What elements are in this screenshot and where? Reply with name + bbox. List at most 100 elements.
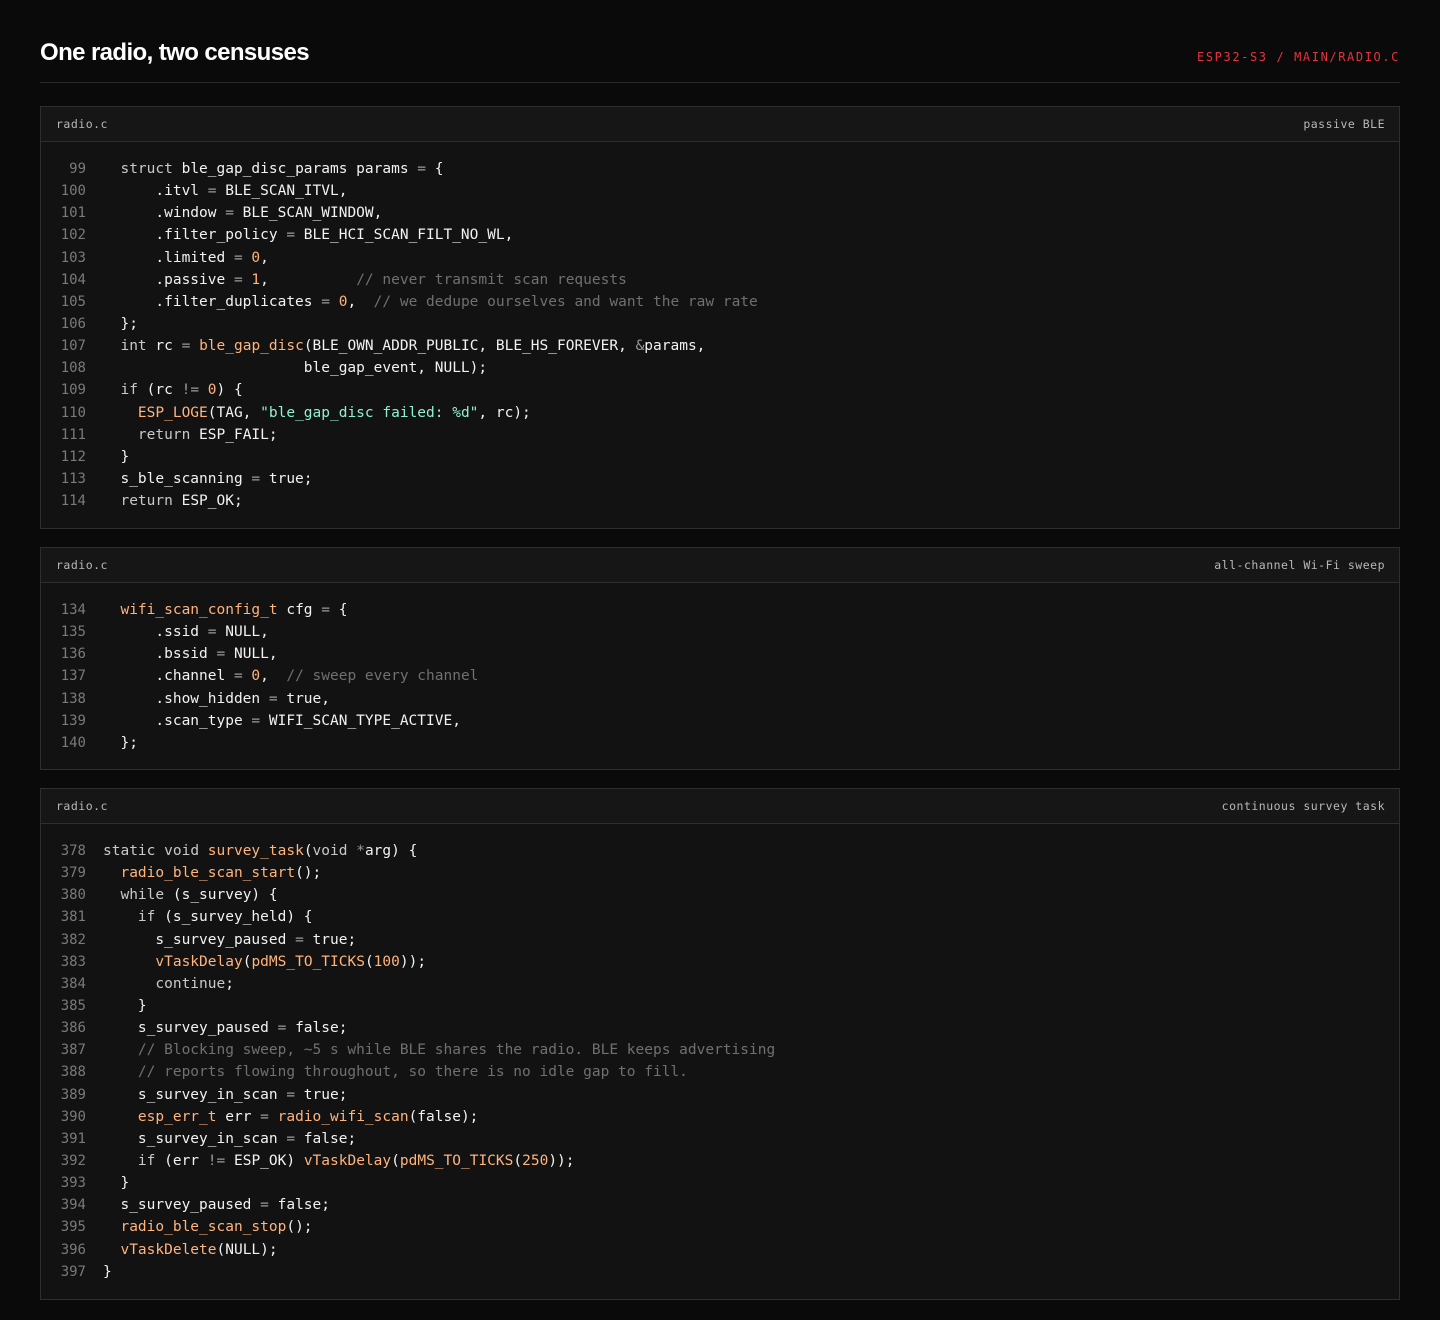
code-text: s_survey_in_scan = true; — [103, 1086, 348, 1103]
code-line: 134 wifi_scan_config_t cfg = { — [41, 599, 1399, 621]
code-line: 395 radio_ble_scan_stop(); — [41, 1216, 1399, 1238]
code-text: int rc = ble_gap_disc(BLE_OWN_ADDR_PUBLI… — [120, 338, 706, 355]
line-number: 106 — [60, 315, 86, 332]
code-text: .bssid = NULL, — [103, 646, 278, 663]
code-text: } — [103, 448, 130, 465]
code-text: return ESP_FAIL; — [137, 426, 278, 443]
line-number: 100 — [60, 183, 86, 200]
code-text: s_ble_scanning = true; — [103, 470, 313, 487]
code-text: .window = BLE_SCAN_WINDOW, — [103, 205, 383, 222]
line-number: 387 — [60, 1042, 86, 1059]
breadcrumb: ESP32-S3 / MAIN/RADIO.C — [1197, 50, 1400, 64]
code-line: 99 struct ble_gap_disc_params params = { — [41, 158, 1399, 180]
code-line: 378 static void survey_task(void *arg) { — [41, 840, 1399, 862]
code-block: 134 wifi_scan_config_t cfg = {135 .ssid … — [41, 583, 1399, 754]
line-number: 382 — [60, 931, 86, 948]
code-text: // reports flowing throughout, so there … — [137, 1064, 688, 1081]
line-number: 134 — [60, 602, 86, 618]
code-line: 110 ESP_LOGE(TAG, "ble_gap_disc failed: … — [41, 402, 1399, 424]
code-text: .passive = 1, // never transmit scan req… — [103, 271, 627, 288]
line-number: 99 — [69, 161, 86, 177]
code-panel-ble: radio.c passive BLE 99 struct ble_gap_di… — [40, 106, 1400, 529]
code-line: 382 s_survey_paused = true; — [41, 929, 1399, 951]
code-text: ble_gap_event, NULL); — [103, 360, 488, 377]
code-line: 384 continue; — [41, 973, 1399, 995]
panel-tag: all-channel Wi-Fi sweep — [1214, 558, 1385, 572]
code-line: 137 .channel = 0, // sweep every channel — [41, 665, 1399, 687]
code-text: if (s_survey_held) { — [137, 909, 313, 926]
code-line: 111 return ESP_FAIL; — [41, 424, 1399, 446]
code-text: continue; — [155, 975, 234, 992]
code-text: s_survey_in_scan = false; — [103, 1130, 357, 1147]
code-panel-header: radio.c passive BLE — [41, 107, 1399, 142]
code-line: 138 .show_hidden = true, — [41, 688, 1399, 710]
code-line: 383 vTaskDelay(pdMS_TO_TICKS(100)); — [41, 951, 1399, 973]
line-number: 101 — [60, 205, 86, 222]
line-number: 381 — [60, 909, 86, 926]
code-line: 105 .filter_duplicates = 0, // we dedupe… — [41, 291, 1399, 313]
code-text: wifi_scan_config_t cfg = { — [120, 602, 348, 618]
code-text: s_survey_paused = true; — [103, 931, 357, 948]
line-number: 385 — [60, 997, 86, 1014]
line-number: 110 — [60, 404, 86, 421]
code-line: 108 ble_gap_event, NULL); — [41, 357, 1399, 379]
code-line: 104 .passive = 1, // never transmit scan… — [41, 269, 1399, 291]
line-number: 389 — [60, 1086, 86, 1103]
line-number: 135 — [60, 624, 86, 641]
panel-tag: continuous survey task — [1221, 799, 1385, 813]
line-number: 393 — [60, 1175, 86, 1192]
code-text: radio_ble_scan_stop(); — [120, 1219, 313, 1236]
code-line: 100 .itvl = BLE_SCAN_ITVL, — [41, 180, 1399, 202]
line-number: 108 — [60, 360, 86, 377]
code-line: 391 s_survey_in_scan = false; — [41, 1128, 1399, 1150]
code-text: static void survey_task(void *arg) { — [103, 843, 418, 859]
line-number: 113 — [60, 470, 86, 487]
line-number: 139 — [60, 712, 86, 729]
code-text: s_survey_paused = false; — [103, 1020, 348, 1037]
line-number: 392 — [60, 1152, 86, 1169]
line-number: 104 — [60, 271, 86, 288]
code-text: vTaskDelay(pdMS_TO_TICKS(100)); — [155, 953, 427, 970]
code-line: 107 int rc = ble_gap_disc(BLE_OWN_ADDR_P… — [41, 335, 1399, 357]
line-number: 396 — [60, 1241, 86, 1258]
code-line: 381 if (s_survey_held) { — [41, 906, 1399, 928]
code-text: esp_err_t err = radio_wifi_scan(false); — [137, 1108, 479, 1125]
line-number: 109 — [60, 382, 86, 399]
line-number: 105 — [60, 293, 86, 310]
code-text: s_survey_paused = false; — [103, 1197, 330, 1214]
line-number: 378 — [60, 843, 86, 859]
code-line: 135 .ssid = NULL, — [41, 621, 1399, 643]
code-line: 386 s_survey_paused = false; — [41, 1017, 1399, 1039]
code-panel-survey: radio.c continuous survey task 378 static… — [40, 788, 1400, 1300]
line-number: 388 — [60, 1064, 86, 1081]
code-text: .channel = 0, // sweep every channel — [103, 668, 479, 685]
code-line: 396 vTaskDelete(NULL); — [41, 1239, 1399, 1261]
code-line: 379 radio_ble_scan_start(); — [41, 862, 1399, 884]
file-name: radio.c — [56, 117, 108, 131]
code-text: // Blocking sweep, ~5 s while BLE shares… — [137, 1042, 776, 1059]
line-number: 383 — [60, 953, 86, 970]
line-number: 394 — [60, 1197, 86, 1214]
code-line: 140 }; — [41, 732, 1399, 754]
line-number: 395 — [60, 1219, 86, 1236]
line-number: 397 — [60, 1263, 86, 1280]
code-block: 99 struct ble_gap_disc_params params = {… — [41, 142, 1399, 512]
code-text: .show_hidden = true, — [103, 690, 330, 707]
code-text: .scan_type = WIFI_SCAN_TYPE_ACTIVE, — [103, 712, 461, 729]
code-line: 387 // Blocking sweep, ~5 s while BLE sh… — [41, 1039, 1399, 1061]
code-line: 101 .window = BLE_SCAN_WINDOW, — [41, 202, 1399, 224]
code-text: radio_ble_scan_start(); — [120, 865, 322, 882]
code-text: .ssid = NULL, — [103, 624, 269, 641]
code-line: 385 } — [41, 995, 1399, 1017]
code-line: 109 if (rc != 0) { — [41, 379, 1399, 401]
line-number: 102 — [60, 227, 86, 244]
code-line: 394 s_survey_paused = false; — [41, 1194, 1399, 1216]
line-number: 112 — [60, 448, 86, 465]
line-number: 114 — [60, 493, 86, 510]
code-line: 102 .filter_policy = BLE_HCI_SCAN_FILT_N… — [41, 224, 1399, 246]
file-name: radio.c — [56, 558, 108, 572]
code-line: 393 } — [41, 1172, 1399, 1194]
code-line: 390 esp_err_t err = radio_wifi_scan(fals… — [41, 1106, 1399, 1128]
line-number: 136 — [60, 646, 86, 663]
panel-tag: passive BLE — [1303, 117, 1385, 131]
